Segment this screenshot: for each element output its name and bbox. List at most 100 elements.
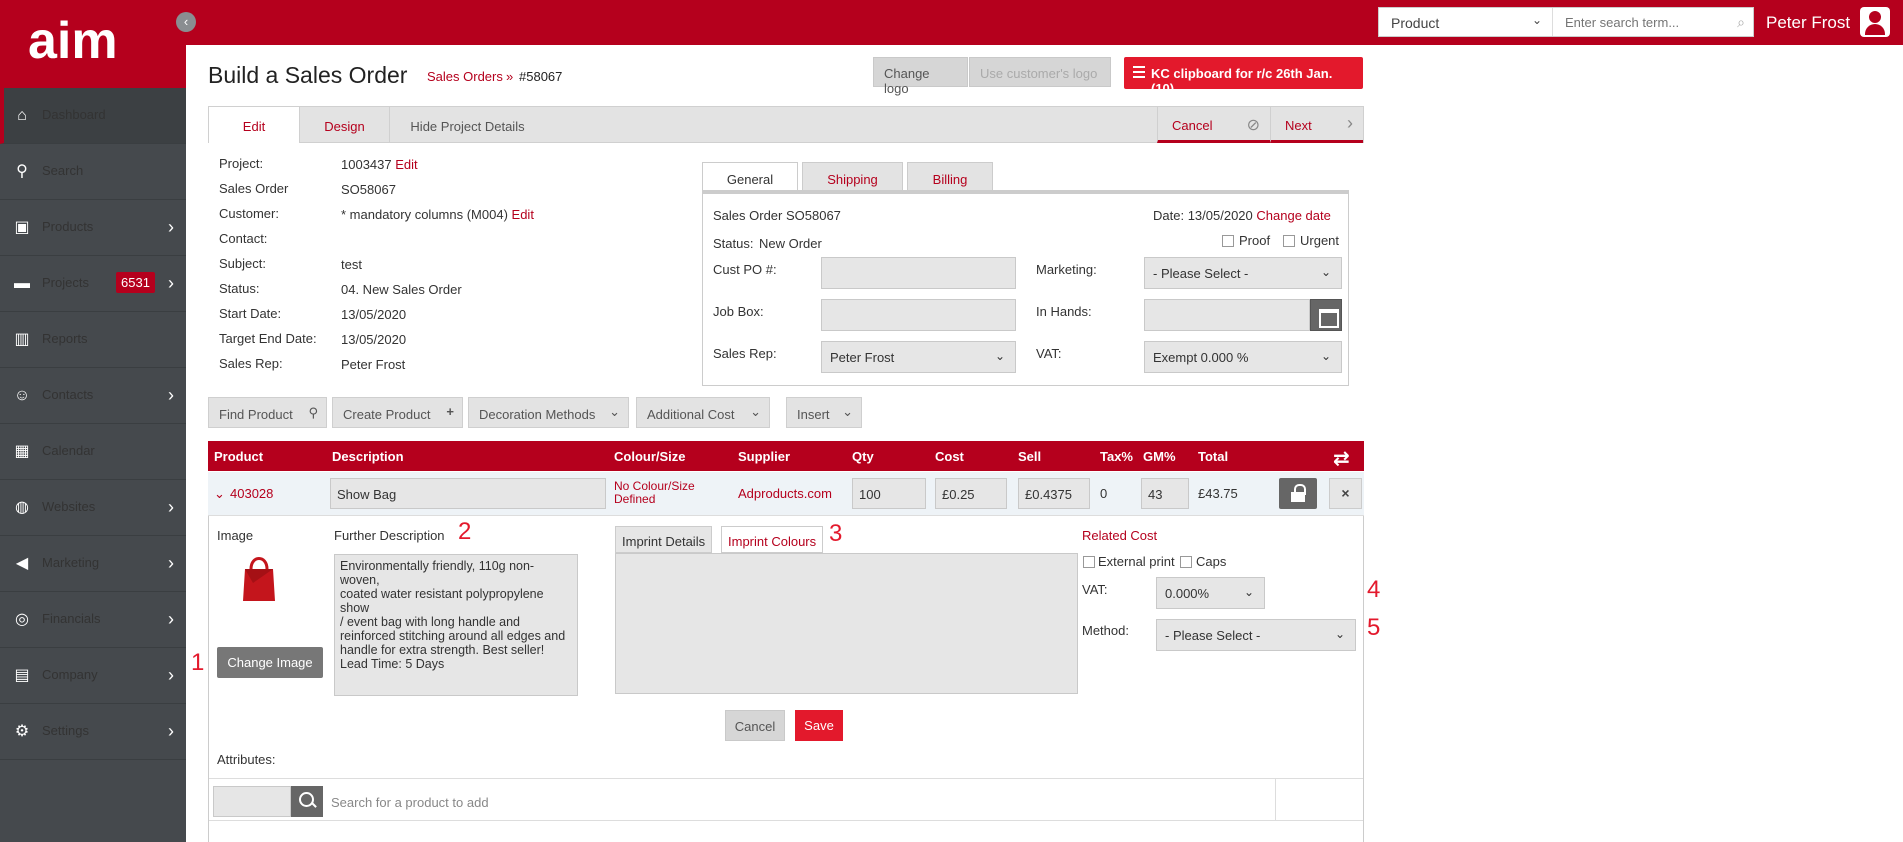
sidebar-item-label: Products	[42, 219, 94, 234]
cancel-button[interactable]: Cancel ⊘	[1157, 107, 1270, 143]
expand-chevron-icon[interactable]: ⌄	[214, 486, 225, 502]
unlock-icon[interactable]	[1279, 478, 1317, 509]
calendar-icon: ▦	[14, 443, 30, 460]
image-label: Image	[217, 528, 254, 543]
method-select[interactable]: - Please Select - ⌄	[1156, 619, 1356, 651]
gm-input[interactable]: 43	[1141, 478, 1189, 509]
further-description-input[interactable]: Environmentally friendly, 110g non-woven…	[334, 554, 578, 696]
sidebar-item-company[interactable]: ▤ Company ›	[0, 648, 186, 704]
chevron-down-icon: ⌄	[994, 349, 1005, 363]
marketing-select[interactable]: - Please Select - ⌄	[1144, 257, 1342, 289]
colour-size-link[interactable]: No Colour/Size Defined	[614, 480, 695, 506]
sidebar-item-products[interactable]: ▣ Products ›	[0, 200, 186, 256]
description-input[interactable]: Show Bag	[330, 478, 606, 509]
change-image-button[interactable]: Change Image	[217, 647, 323, 678]
tab-design[interactable]: Design	[300, 107, 390, 143]
aim-logo[interactable]: aim	[28, 14, 148, 70]
change-date-link[interactable]: Change date	[1256, 208, 1330, 223]
external-print-checkbox[interactable]	[1083, 556, 1095, 568]
sidebar-item-marketing[interactable]: ◀ Marketing ›	[0, 536, 186, 592]
status-value: New Order	[759, 236, 822, 251]
sidebar-item-settings[interactable]: ⚙ Settings ›	[0, 704, 186, 760]
next-button[interactable]: Next ›	[1270, 107, 1363, 143]
ban-icon: ⊘	[1246, 117, 1260, 134]
sidebar-item-reports[interactable]: ▥ Reports	[0, 312, 186, 368]
user-name[interactable]: Peter Frost	[1766, 13, 1850, 33]
sidebar-item-financials[interactable]: ◎ Financials ›	[0, 592, 186, 648]
detail-save-button[interactable]: Save	[795, 710, 843, 741]
sidebar-item-contacts[interactable]: ☺ Contacts ›	[0, 368, 186, 424]
tab-shipping[interactable]: Shipping	[802, 162, 903, 192]
marker-4: 4	[1367, 576, 1381, 603]
tab-imprint-colours[interactable]: Imprint Colours	[721, 526, 824, 553]
sidebar-item-calendar[interactable]: ▦ Calendar	[0, 424, 186, 480]
edit-customer-link[interactable]: Edit	[512, 207, 534, 222]
search-icon[interactable]: ⌕	[1737, 14, 1745, 31]
additional-cost-button[interactable]: Additional Cost ⌄	[636, 397, 770, 428]
supplier-link[interactable]: Adproducts.com	[738, 486, 832, 501]
swap-icon[interactable]: ⇄	[1333, 446, 1350, 471]
search-add-product-input[interactable]: Search for a product to add	[331, 795, 489, 810]
urgent-checkbox[interactable]	[1283, 235, 1295, 247]
product-code-input[interactable]	[213, 786, 291, 817]
tab-general[interactable]: General	[702, 162, 798, 192]
sales-rep-selected: Peter Frost	[830, 350, 895, 365]
total-value: £43.75	[1198, 486, 1238, 501]
insert-button[interactable]: Insert ⌄	[786, 397, 862, 428]
status-value: 04. New Sales Order	[341, 282, 462, 297]
vat-selected: Exempt 0.000 %	[1153, 350, 1249, 365]
box-icon: ▣	[14, 219, 30, 236]
sidebar-item-dashboard[interactable]: ⌂ Dashboard	[0, 88, 186, 144]
change-logo-button[interactable]: Change logo	[873, 57, 968, 96]
status-label: Status:	[219, 281, 260, 296]
sell-input[interactable]: £0.4375	[1018, 478, 1090, 509]
sales-rep-value: Peter Frost	[341, 357, 406, 372]
item-vat-select[interactable]: 0.000% ⌄	[1156, 577, 1265, 609]
product-code-link[interactable]: 403028	[230, 486, 273, 501]
user-avatar-icon[interactable]	[1860, 7, 1890, 37]
clipboard-button[interactable]: KC clipboard for r/c 26th Jan. (10)	[1124, 57, 1363, 96]
caps-checkbox[interactable]	[1180, 556, 1192, 568]
cust-po-input[interactable]	[821, 257, 1016, 289]
col-tax: Tax%	[1100, 449, 1133, 464]
search-icon: ⚲	[308, 405, 318, 420]
sidebar-item-search[interactable]: ⚲ Search	[0, 144, 186, 200]
sidebar-item-websites[interactable]: ◍ Websites ›	[0, 480, 186, 536]
detail-cancel-button[interactable]: Cancel	[725, 710, 785, 741]
calendar-icon[interactable]	[1310, 299, 1342, 331]
chevron-down-icon: ⌄	[1320, 349, 1331, 363]
search-icon[interactable]	[291, 786, 323, 817]
in-hands-label: In Hands:	[1036, 304, 1092, 319]
job-box-input[interactable]	[821, 299, 1016, 331]
tab-edit[interactable]: Edit	[209, 107, 300, 143]
sales-rep-select[interactable]: Peter Frost ⌄	[821, 341, 1016, 373]
qty-input[interactable]: 100	[852, 478, 926, 509]
project-label: Project:	[219, 156, 264, 171]
breadcrumb-sales-orders[interactable]: Sales Orders	[427, 69, 503, 84]
tab-billing[interactable]: Billing	[907, 162, 993, 192]
sales-rep-label: Sales Rep:	[713, 346, 777, 361]
decoration-methods-button[interactable]: Decoration Methods ⌄	[468, 397, 629, 428]
create-product-button[interactable]: Create Product +	[332, 397, 463, 428]
find-product-button[interactable]: Find Product ⚲	[208, 397, 327, 428]
chevron-right-icon: ›	[168, 721, 174, 741]
divider	[1275, 779, 1276, 821]
search-input[interactable]	[1559, 8, 1729, 36]
bar-chart-icon: ▥	[14, 331, 30, 348]
collapse-sidebar-button[interactable]: ‹	[176, 12, 196, 32]
chevron-down-icon: ⌄	[842, 404, 853, 419]
proof-checkbox[interactable]	[1222, 235, 1234, 247]
search-scope-select[interactable]: Product ⌄	[1379, 8, 1553, 36]
vat-select[interactable]: Exempt 0.000 % ⌄	[1144, 341, 1342, 373]
remove-row-button[interactable]: ×	[1329, 478, 1362, 509]
in-hands-input[interactable]	[1144, 299, 1310, 331]
imprint-details-area[interactable]	[615, 553, 1078, 694]
tab-imprint-details[interactable]: Imprint Details	[615, 526, 713, 553]
use-customer-logo-button[interactable]: Use customer's logo	[969, 57, 1111, 87]
svg-text:aim: aim	[28, 14, 118, 70]
hide-project-details[interactable]: Hide Project Details	[390, 107, 545, 143]
page-title: Build a Sales Order	[208, 62, 408, 88]
cost-input[interactable]: £0.25	[935, 478, 1007, 509]
sidebar-item-projects[interactable]: ▬ Projects 6531 ›	[0, 256, 186, 312]
edit-project-link[interactable]: Edit	[395, 157, 417, 172]
